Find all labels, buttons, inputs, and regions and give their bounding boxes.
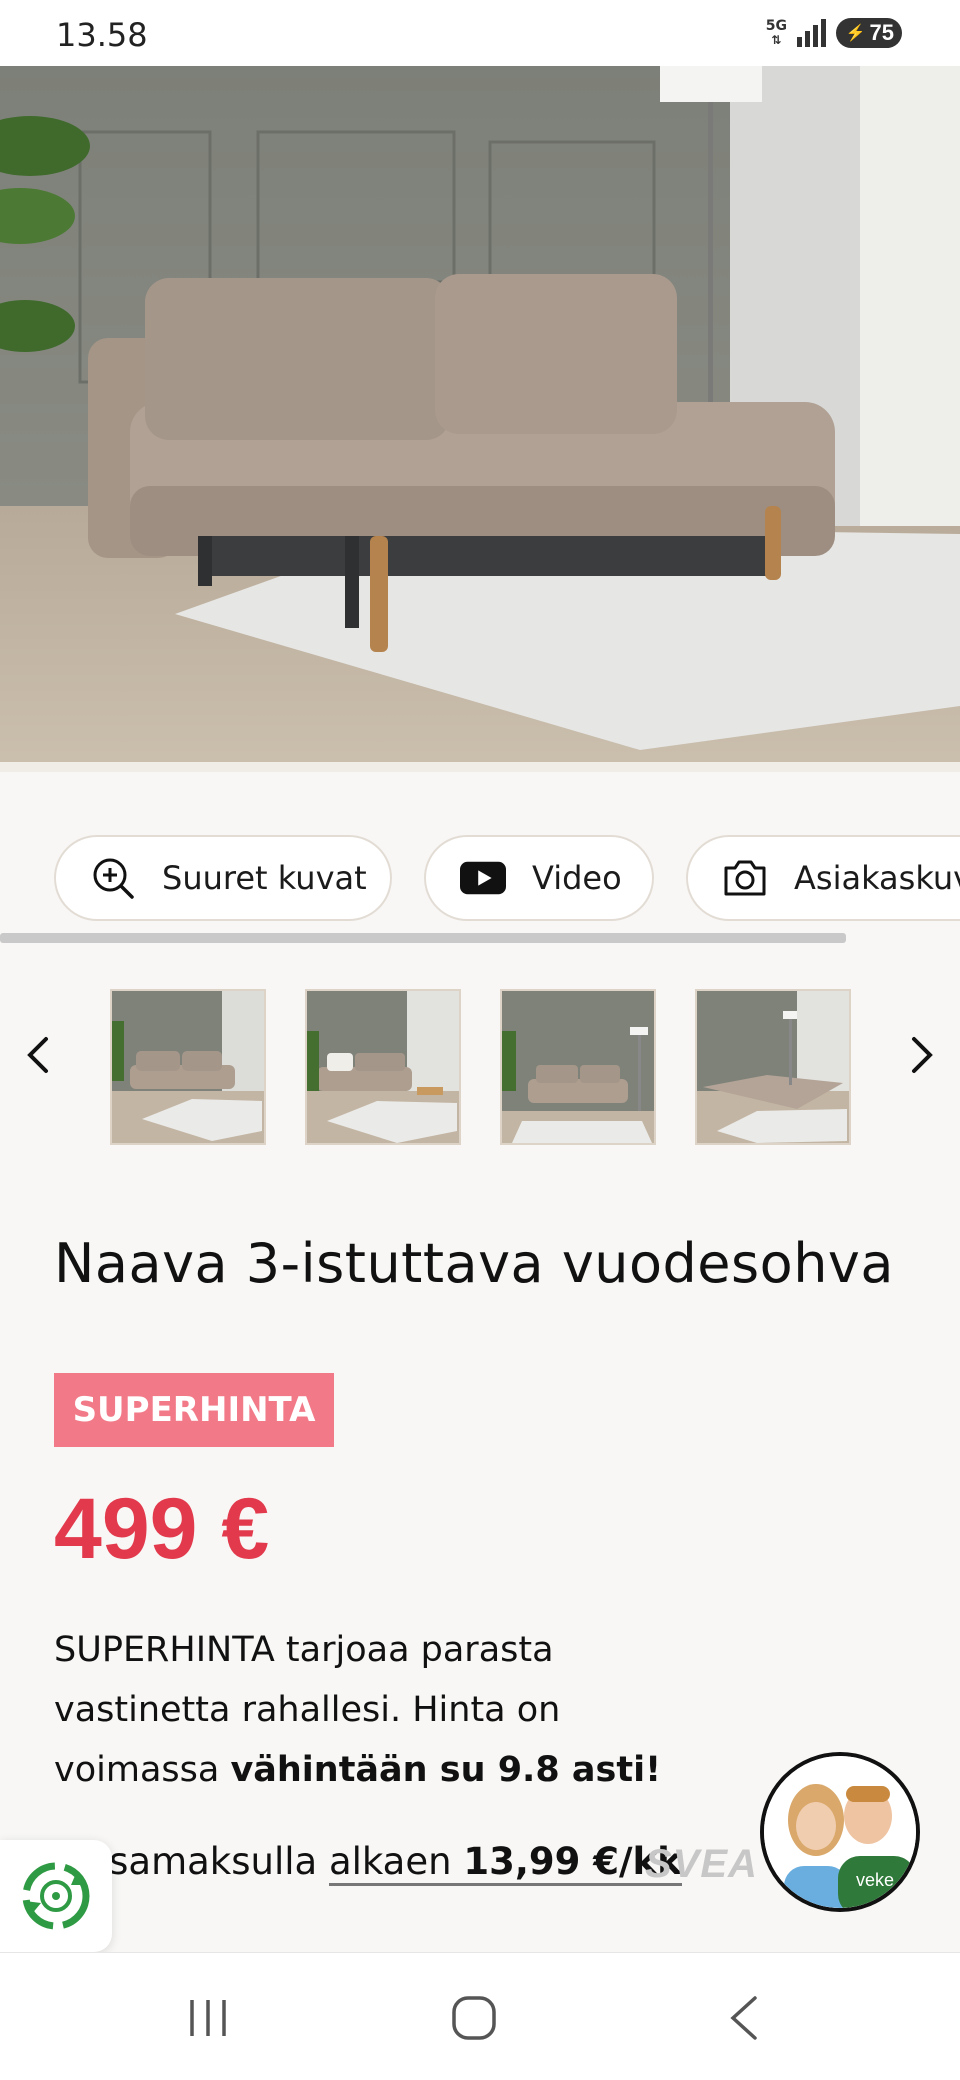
recent-apps-icon[interactable] bbox=[168, 1983, 248, 2053]
thumbnail-1[interactable] bbox=[110, 989, 266, 1145]
desc-line-1: SUPERHINTA tarjoaa parasta bbox=[54, 1630, 554, 1670]
desc-line-3: voimassa vähintään su 9.8 asti! bbox=[54, 1740, 694, 1800]
large-images-label: Suuret kuvat bbox=[162, 859, 367, 897]
support-agents-image: veke bbox=[764, 1756, 916, 1908]
back-icon[interactable] bbox=[704, 1983, 784, 2053]
status-bar: 13.58 5G ⇅ ⚡ 75 bbox=[0, 0, 960, 66]
svea-logo: SVEA bbox=[645, 1842, 758, 1886]
chip-scrollbar[interactable] bbox=[0, 933, 960, 943]
chip-scrollbar-thumb[interactable] bbox=[0, 933, 846, 943]
product-hero-image[interactable] bbox=[0, 66, 960, 772]
battery-level: 75 bbox=[869, 20, 894, 45]
desc-line-3-plain: voimassa bbox=[54, 1750, 231, 1790]
thumbnail-4[interactable] bbox=[695, 989, 851, 1145]
system-nav-bar bbox=[0, 1952, 960, 2080]
signal-icon bbox=[797, 19, 826, 47]
large-images-button[interactable]: Suuret kuvat bbox=[54, 835, 392, 921]
battery-icon: ⚡ 75 bbox=[836, 18, 902, 48]
valid-until-text: vähintään su 9.8 asti! bbox=[230, 1750, 662, 1790]
desc-line-2: vastinetta rahallesi. Hinta on bbox=[54, 1690, 561, 1730]
network-5g-icon: 5G ⇅ bbox=[765, 18, 787, 47]
installment-link[interactable]: alkaen 13,99 €/kk bbox=[328, 1840, 682, 1886]
sofa-hero-image bbox=[0, 66, 960, 772]
status-icons: 5G ⇅ ⚡ 75 bbox=[766, 18, 902, 48]
customer-photos-button[interactable]: Asiakaskuv bbox=[686, 835, 960, 921]
thumbnail-3[interactable] bbox=[500, 989, 656, 1145]
thumbnail-carousel bbox=[0, 985, 960, 1145]
product-title: Naava 3-istuttava vuodesohva bbox=[54, 1232, 894, 1295]
video-button[interactable]: Video bbox=[424, 835, 654, 921]
superhinta-badge: SUPERHINTA bbox=[54, 1373, 334, 1447]
media-chip-row: Suuret kuvat Video Asiakaskuv bbox=[0, 835, 960, 925]
chevron-right-icon[interactable] bbox=[892, 1025, 952, 1085]
installment-info: Osamaksulla alkaen 13,99 €/kk bbox=[80, 1840, 682, 1886]
price-description: SUPERHINTA tarjoaa parasta vastinetta ra… bbox=[54, 1620, 694, 1800]
eco-recycle-button[interactable] bbox=[0, 1840, 112, 1952]
status-time: 13.58 bbox=[56, 16, 148, 54]
home-icon[interactable] bbox=[434, 1983, 514, 2053]
zoom-in-icon bbox=[90, 855, 136, 901]
youtube-play-icon bbox=[460, 855, 506, 901]
customer-photos-label: Asiakaskuv bbox=[794, 859, 960, 897]
chat-support-avatar[interactable]: veke bbox=[760, 1752, 920, 1912]
installment-prefix: Osamaksulla bbox=[80, 1840, 329, 1883]
product-price: 499 € bbox=[54, 1481, 270, 1577]
recycle-icon bbox=[22, 1862, 90, 1930]
video-label: Video bbox=[532, 859, 622, 897]
thumbnail-2[interactable] bbox=[305, 989, 461, 1145]
svg-text:veke: veke bbox=[856, 1870, 894, 1890]
camera-icon bbox=[722, 855, 768, 901]
chevron-left-icon[interactable] bbox=[8, 1025, 68, 1085]
